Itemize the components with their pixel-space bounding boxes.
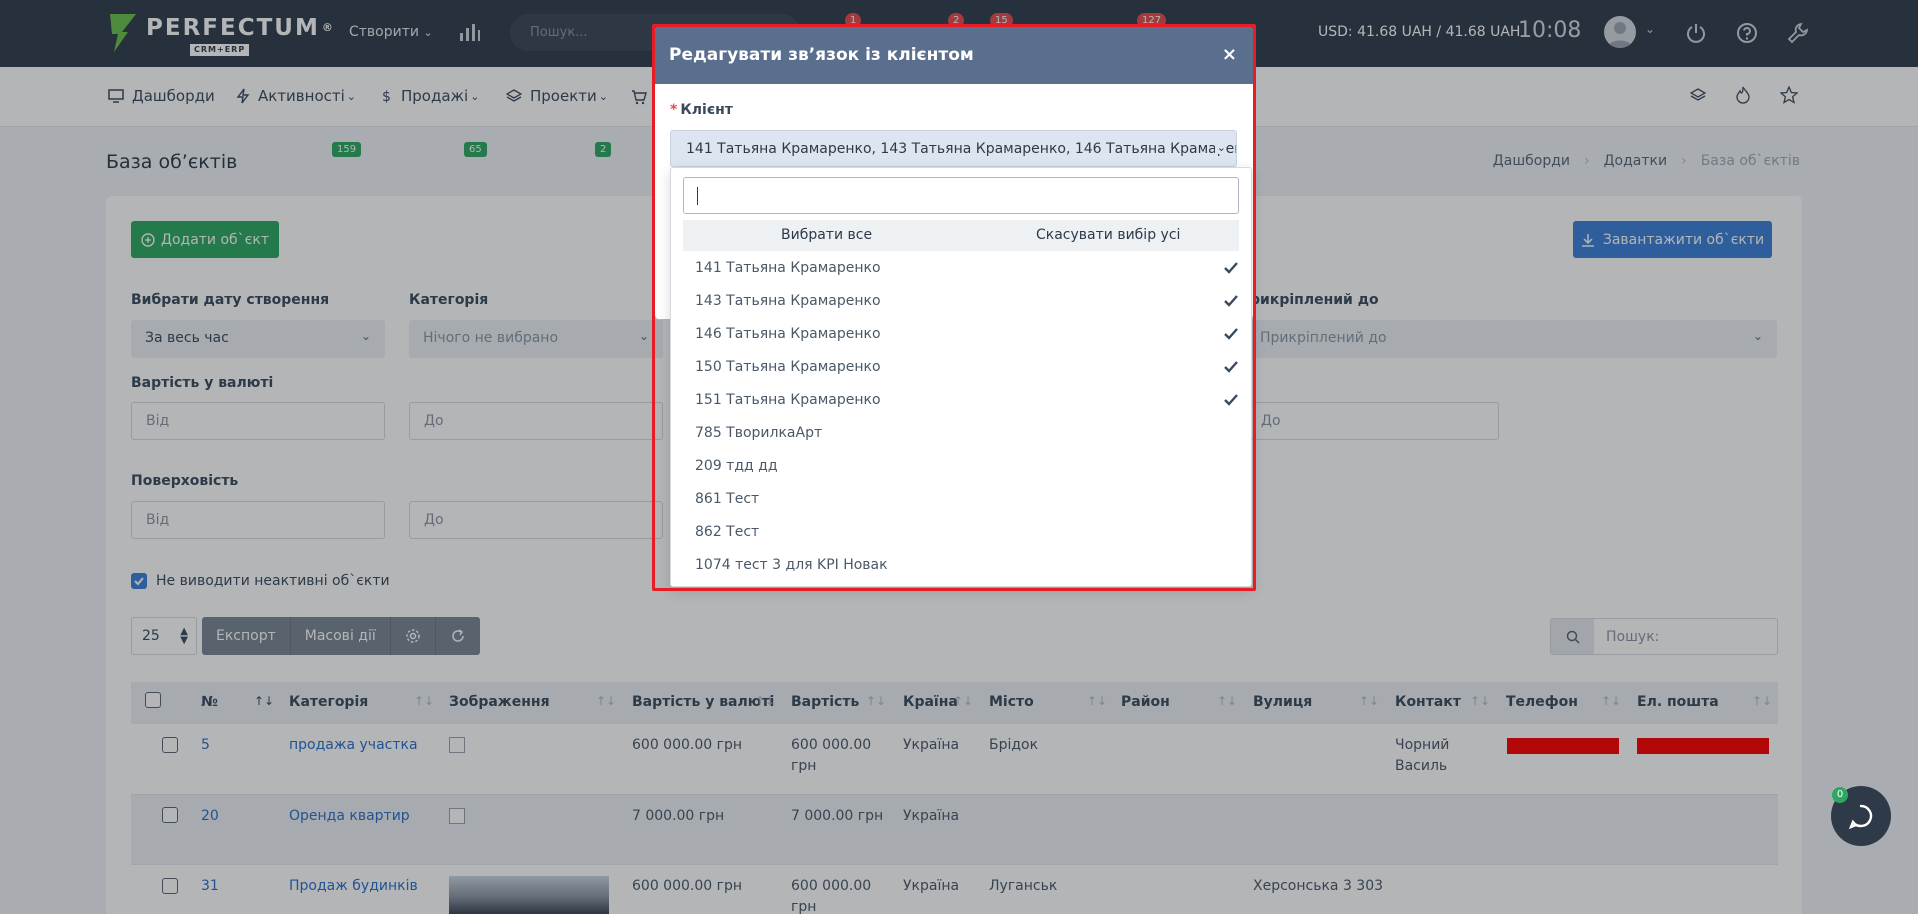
chat-bubble-icon (1848, 804, 1873, 830)
highlight-frame (652, 24, 1256, 591)
chat-unread-badge: 0 (1832, 787, 1848, 803)
